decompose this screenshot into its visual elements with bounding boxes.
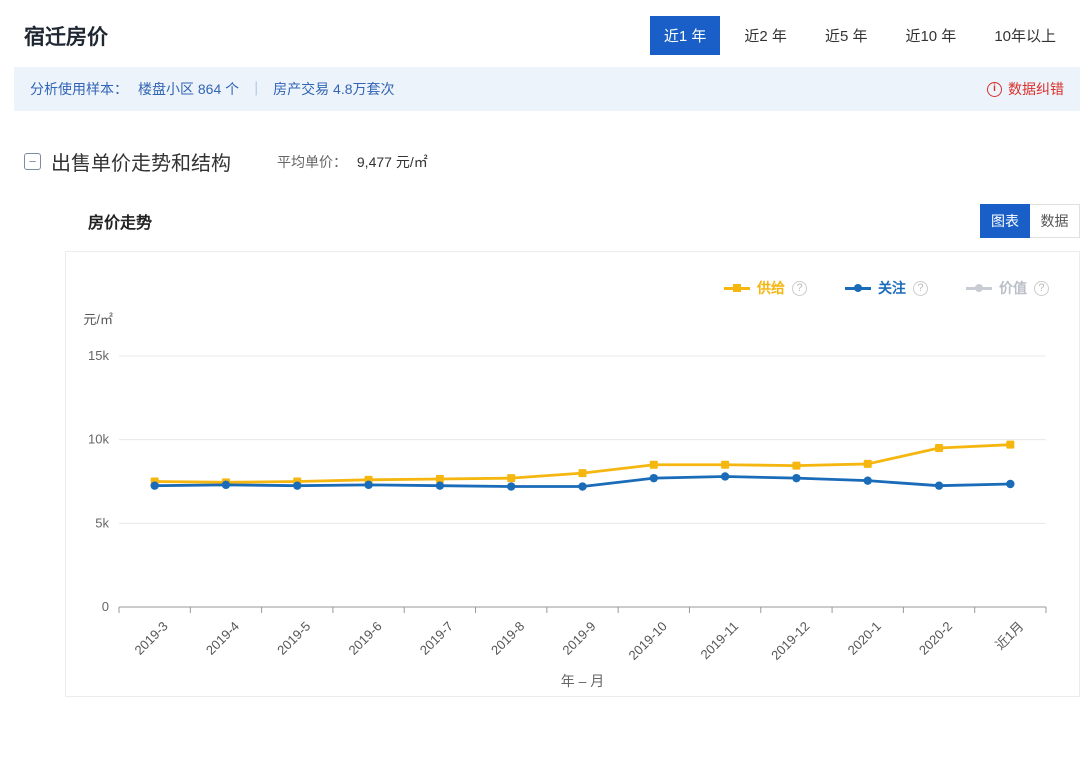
collapse-icon[interactable]: −	[24, 153, 41, 170]
help-icon[interactable]: ?	[792, 281, 807, 296]
legend-label-supply: 供给	[757, 278, 785, 298]
average-price-label: 平均单价：	[277, 154, 347, 170]
tab-2-years[interactable]: 近2 年	[730, 16, 801, 55]
toggle-data-button[interactable]: 数据	[1030, 204, 1080, 238]
svg-text:2019-8: 2019-8	[488, 619, 527, 658]
page-header: 宿迁房价 近1 年 近2 年 近5 年 近10 年 10年以上	[0, 0, 1080, 67]
svg-text:年 – 月: 年 – 月	[561, 673, 605, 689]
price-trend-chart: 0 5k 10k 15k 元/㎡ 2019-3 2019-4 2019-5 2019-6 2019…	[66, 302, 1079, 696]
sample-info: 分析使用样本： 楼盘小区 864 个 ｜ 房产交易 4.8万套次	[30, 79, 395, 99]
legend-item-focus[interactable]: 关注 ?	[845, 278, 928, 298]
svg-text:5k: 5k	[95, 515, 109, 530]
svg-text:2019-10: 2019-10	[626, 619, 670, 663]
data-correction-label: 数据纠错	[1008, 79, 1064, 99]
transaction-count: 房产交易 4.8万套次	[273, 79, 394, 99]
toggle-chart-button[interactable]: 图表	[980, 204, 1030, 238]
price-trend-section: 房价走势 图表 数据 供给 ? 关注 ?	[65, 204, 1080, 697]
info-circle-icon: i	[987, 82, 1002, 97]
section-title: 出售单价走势和结构	[51, 147, 231, 176]
data-correction-link[interactable]: i 数据纠错	[987, 79, 1064, 99]
sample-count: 楼盘小区 864 个	[138, 79, 239, 99]
svg-text:2019-9: 2019-9	[559, 619, 598, 658]
legend-label-value: 价值	[999, 278, 1027, 298]
svg-text:2019-6: 2019-6	[345, 619, 384, 658]
svg-text:2020-2: 2020-2	[916, 619, 955, 658]
page-title: 宿迁房价	[24, 21, 108, 51]
time-range-tabs: 近1 年 近2 年 近5 年 近10 年 10年以上	[650, 16, 1070, 55]
svg-text:元/㎡: 元/㎡	[83, 312, 113, 327]
chart-container: 供给 ? 关注 ? 价值 ? 0 5k 10k 15k 元/㎡ 2019-3 2019-4 2…	[65, 251, 1080, 697]
svg-text:2019-5: 2019-5	[274, 619, 313, 658]
svg-text:近1月: 近1月	[992, 619, 1026, 653]
legend-label-focus: 关注	[878, 278, 906, 298]
section-header: − 出售单价走势和结构 平均单价： 9,477 元/㎡	[24, 147, 1080, 176]
focus-series-marker-icon	[845, 283, 871, 293]
value-series-marker-icon	[966, 283, 992, 293]
legend-item-value[interactable]: 价值 ?	[966, 278, 1049, 298]
legend-item-supply[interactable]: 供给 ?	[724, 278, 807, 298]
svg-text:2019-7: 2019-7	[417, 619, 456, 658]
svg-text:10k: 10k	[88, 432, 109, 447]
chart-toolbar: 房价走势 图表 数据	[65, 204, 1080, 238]
divider: ｜	[249, 79, 263, 99]
svg-text:2019-3: 2019-3	[132, 619, 171, 658]
svg-text:2020-1: 2020-1	[845, 619, 884, 658]
svg-text:2019-4: 2019-4	[203, 619, 242, 658]
tab-over-10-years[interactable]: 10年以上	[980, 16, 1070, 55]
svg-text:2019-11: 2019-11	[698, 619, 742, 663]
help-icon[interactable]: ?	[913, 281, 928, 296]
svg-text:0: 0	[102, 599, 109, 614]
chart-legend: 供给 ? 关注 ? 价值 ?	[66, 266, 1079, 302]
average-price-value: 9,477 元/㎡	[357, 154, 428, 170]
sample-info-bar: 分析使用样本： 楼盘小区 864 个 ｜ 房产交易 4.8万套次 i 数据纠错	[14, 67, 1080, 111]
tab-5-years[interactable]: 近5 年	[811, 16, 882, 55]
help-icon[interactable]: ?	[1034, 281, 1049, 296]
svg-text:15k: 15k	[88, 348, 109, 363]
chart-data-toggle: 图表 数据	[980, 204, 1080, 238]
svg-text:2019-12: 2019-12	[768, 619, 812, 663]
tab-10-years[interactable]: 近10 年	[891, 16, 970, 55]
sample-label: 分析使用样本：	[30, 79, 128, 99]
supply-series-marker-icon	[724, 283, 750, 293]
average-price: 平均单价： 9,477 元/㎡	[277, 152, 428, 172]
chart-title: 房价走势	[88, 209, 152, 233]
tab-1-year[interactable]: 近1 年	[650, 16, 721, 55]
